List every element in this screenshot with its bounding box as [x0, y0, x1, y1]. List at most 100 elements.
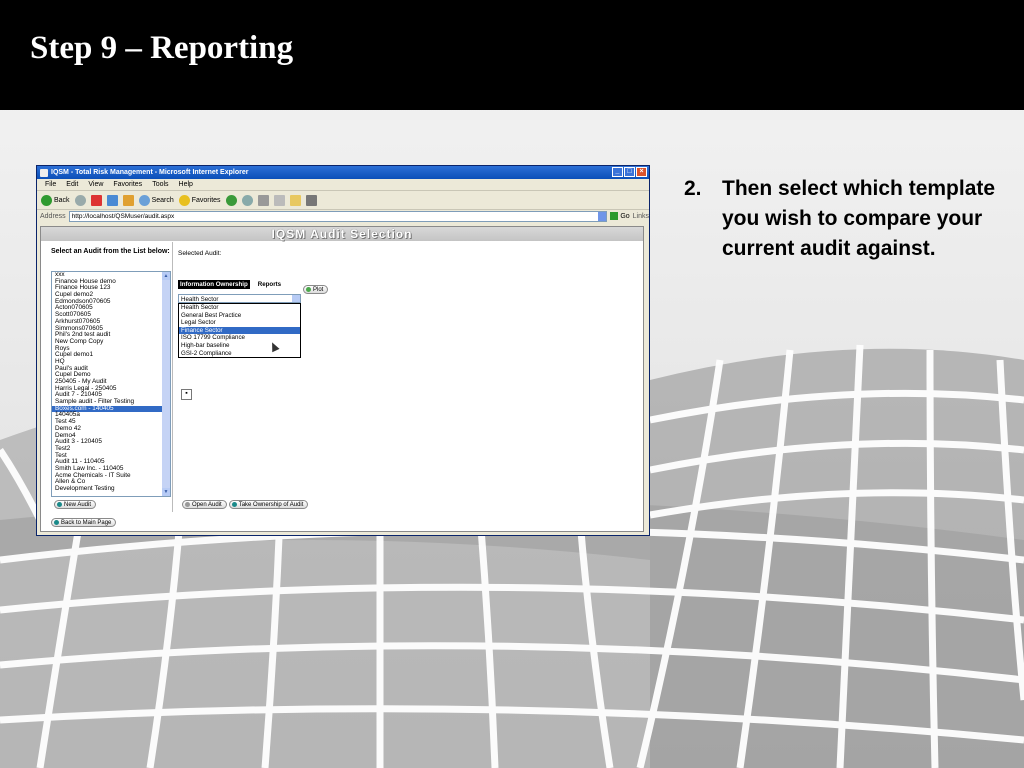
- plot-button[interactable]: Plot: [303, 285, 329, 294]
- open-audit-icon: [185, 502, 190, 507]
- template-option[interactable]: Finance Sector: [179, 326, 300, 335]
- history-icon: [225, 194, 237, 206]
- favorites-label: Favorites: [191, 196, 221, 204]
- open-audit-button[interactable]: Open Audit: [182, 500, 227, 509]
- refresh-button[interactable]: [106, 194, 118, 206]
- back-main-icon: [54, 520, 59, 525]
- template-option[interactable]: General Best Practice: [179, 312, 300, 320]
- audit-list-item[interactable]: Cupel demo1: [52, 352, 170, 359]
- scroll-up-icon[interactable]: ▲: [162, 272, 170, 280]
- menu-tools[interactable]: Tools: [152, 181, 168, 188]
- audit-action-buttons: Open Audit Take Ownership of Audit: [182, 500, 309, 509]
- mail-icon: [241, 194, 253, 206]
- back-label: Back: [54, 196, 70, 204]
- template-select[interactable]: Health Sector: [178, 294, 301, 303]
- address-input[interactable]: http://localhost/QSMuser/audit.aspx: [68, 210, 608, 222]
- template-option[interactable]: Health Sector: [179, 304, 300, 312]
- audit-list-item[interactable]: Development Testing: [52, 485, 170, 493]
- search-icon: [138, 194, 150, 206]
- tab-information-ownership[interactable]: Information Ownership: [178, 280, 250, 289]
- window-title: IQSM - Total Risk Management - Microsoft…: [51, 169, 249, 176]
- go-arrow-icon: [610, 212, 619, 220]
- forward-button[interactable]: [74, 194, 86, 206]
- take-ownership-icon: [231, 502, 237, 507]
- address-bar: Address http://localhost/QSMuser/audit.a…: [37, 210, 649, 222]
- template-option[interactable]: ISO 17799 Compliance: [179, 334, 300, 342]
- template-option[interactable]: Legal Sector: [179, 319, 300, 327]
- audit-tabs: Information Ownership Reports: [178, 280, 283, 289]
- mail-button[interactable]: [241, 194, 253, 206]
- browser-window: IQSM - Total Risk Management - Microsoft…: [36, 165, 650, 536]
- plot-icon: [306, 287, 311, 292]
- back-button[interactable]: Back: [41, 194, 70, 206]
- print-icon: [257, 194, 269, 206]
- scroll-thumb[interactable]: [162, 280, 170, 488]
- messenger-icon: [305, 194, 317, 206]
- template-option[interactable]: GSI-2 Compliance: [179, 350, 300, 358]
- home-icon: [122, 194, 134, 206]
- plot-label: Plot: [313, 286, 324, 293]
- audit-listbox[interactable]: xxx Finance House demo Finance House 123 Cu…: [51, 271, 171, 497]
- menu-help[interactable]: Help: [179, 181, 193, 188]
- links-label[interactable]: Links: [633, 213, 649, 220]
- new-audit-icon: [57, 502, 62, 507]
- audit-list-pane: Select an Audit from the List below: xxx…: [41, 242, 173, 512]
- messenger-button[interactable]: [305, 194, 317, 206]
- template-options-list[interactable]: Health Sector General Best Practice Legal …: [178, 303, 301, 359]
- back-main-label: Back to Main Page: [61, 519, 112, 526]
- maximize-icon[interactable]: □: [624, 167, 635, 177]
- tab-reports[interactable]: Reports: [256, 280, 283, 289]
- take-ownership-button[interactable]: Take Ownership of Audit: [228, 500, 309, 509]
- audit-list-scrollbar[interactable]: ▲ ▼: [162, 272, 170, 496]
- history-button[interactable]: [225, 194, 237, 206]
- star-icon: [178, 194, 190, 206]
- chevron-down-icon[interactable]: [292, 295, 300, 302]
- back-arrow-icon: [41, 194, 52, 206]
- favorites-button[interactable]: Favorites: [178, 194, 221, 206]
- menu-favorites[interactable]: Favorites: [113, 181, 142, 188]
- app-header: IQSM Audit Selection: [41, 227, 643, 241]
- address-dropdown-icon[interactable]: [598, 211, 607, 221]
- template-option[interactable]: High-bar baseline: [179, 342, 300, 350]
- close-icon[interactable]: ×: [636, 167, 647, 177]
- menu-file[interactable]: File: [45, 181, 56, 188]
- audit-list-heading: Select an Audit from the List below:: [51, 248, 170, 255]
- slide-title-bar: Step 9 – Reporting: [0, 0, 1024, 110]
- stop-button[interactable]: [90, 194, 102, 206]
- open-audit-label: Open Audit: [192, 501, 222, 508]
- scroll-down-icon[interactable]: ▼: [162, 488, 170, 496]
- page-content: IQSM Audit Selection Select an Audit fro…: [40, 226, 644, 532]
- forward-arrow-icon: [74, 194, 86, 206]
- edit-icon: [273, 194, 285, 206]
- template-select-value: Health Sector: [181, 296, 219, 303]
- browser-title-bar: IQSM - Total Risk Management - Microsoft…: [37, 166, 649, 179]
- back-to-main-button[interactable]: Back to Main Page: [51, 518, 117, 527]
- bullet-text: Then select which template you wish to c…: [722, 177, 996, 260]
- menu-bar: File Edit View Favorites Tools Help: [37, 179, 649, 191]
- menu-view[interactable]: View: [88, 181, 103, 188]
- go-button[interactable]: Go: [610, 212, 630, 220]
- bullet-number: 2.: [684, 177, 702, 200]
- instruction-bullet: 2. Then select which template you wish t…: [684, 174, 1004, 264]
- address-value: http://localhost/QSMuser/audit.aspx: [71, 212, 175, 220]
- take-ownership-label: Take Ownership of Audit: [238, 501, 304, 508]
- print-button[interactable]: [257, 194, 269, 206]
- slide-title: Step 9 – Reporting: [30, 30, 294, 66]
- menu-edit[interactable]: Edit: [66, 181, 78, 188]
- audit-rows: xxx Finance House demo Finance House 123 Cu…: [52, 272, 170, 493]
- new-audit-button[interactable]: New Audit: [54, 500, 97, 509]
- selected-audit-label: Selected Audit:: [178, 250, 222, 257]
- audit-list-item[interactable]: New Comp Copy: [52, 338, 170, 346]
- broken-image-icon: ▪: [181, 389, 192, 400]
- folder-button[interactable]: [289, 194, 301, 206]
- refresh-icon: [106, 194, 118, 206]
- search-button[interactable]: Search: [138, 194, 174, 206]
- audit-list-item[interactable]: Test2: [52, 445, 170, 453]
- browser-toolbar: Back Search Favorites: [37, 191, 649, 210]
- ie-icon: [40, 168, 48, 177]
- home-button[interactable]: [122, 194, 134, 206]
- selected-audit-pane: Selected Audit: Information Ownership Re…: [173, 242, 643, 512]
- edit-button[interactable]: [273, 194, 285, 206]
- minimize-icon[interactable]: _: [612, 167, 623, 177]
- search-label: Search: [151, 196, 174, 204]
